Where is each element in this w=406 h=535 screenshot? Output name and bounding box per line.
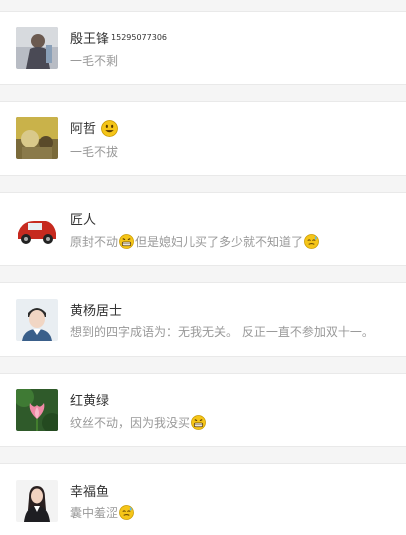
comment-item: 幸福鱼 囊中羞涩 — [0, 464, 406, 535]
comment-item: 阿哲 一毛不拔 — [0, 102, 406, 175]
comment-item: 殷王锋 15295077306 一毛不剩 — [0, 12, 406, 84]
avatar[interactable] — [16, 27, 58, 69]
comment-text: 一毛不拔 — [70, 145, 119, 159]
commenter-name[interactable]: 匠人 — [70, 209, 96, 228]
commenter-name[interactable]: 阿哲 — [70, 118, 119, 137]
comment-item: 黄杨居士 想到的四字成语为：无我无关。 反正一直不参加双十一。 — [0, 283, 406, 356]
comment-text: 一毛不剩 — [70, 54, 119, 68]
avatar[interactable] — [16, 299, 58, 341]
comment-item: 匠人 原封不动 但是媳妇儿买了多少就不知道了 — [0, 193, 406, 265]
commenter-name[interactable]: 殷王锋 15295077306 — [70, 28, 167, 47]
comment-text: 想到的四字成语为：无我无关。 反正一直不参加双十一。 — [70, 325, 374, 339]
avatar[interactable] — [16, 117, 58, 159]
avatar[interactable] — [16, 480, 58, 522]
avatar[interactable] — [16, 389, 58, 431]
section-separator — [0, 356, 406, 374]
sweat-emoji-icon — [304, 234, 319, 249]
avatar[interactable] — [16, 207, 58, 249]
section-separator — [0, 175, 406, 193]
section-separator — [0, 446, 406, 464]
smile-emoji-icon — [101, 120, 119, 137]
commenter-name[interactable]: 红黄绿 — [70, 390, 109, 409]
section-separator — [0, 265, 406, 283]
commenter-name[interactable]: 黄杨居士 — [70, 300, 122, 319]
section-separator — [0, 0, 406, 12]
grin-emoji-icon — [191, 415, 206, 430]
commenter-name[interactable]: 幸福鱼 — [70, 481, 109, 500]
comment-text: 纹丝不动，因为我没买 — [70, 414, 207, 431]
comment-text: 囊中羞涩 — [70, 504, 135, 521]
section-separator — [0, 84, 406, 102]
sweat-emoji-icon — [119, 505, 134, 520]
grin-emoji-icon — [119, 234, 134, 249]
phone-number: 15295077306 — [111, 33, 168, 42]
comment-text: 原封不动 但是媳妇儿买了多少就不知道了 — [70, 233, 320, 250]
comment-item: 红黄绿 纹丝不动，因为我没买 — [0, 374, 406, 446]
